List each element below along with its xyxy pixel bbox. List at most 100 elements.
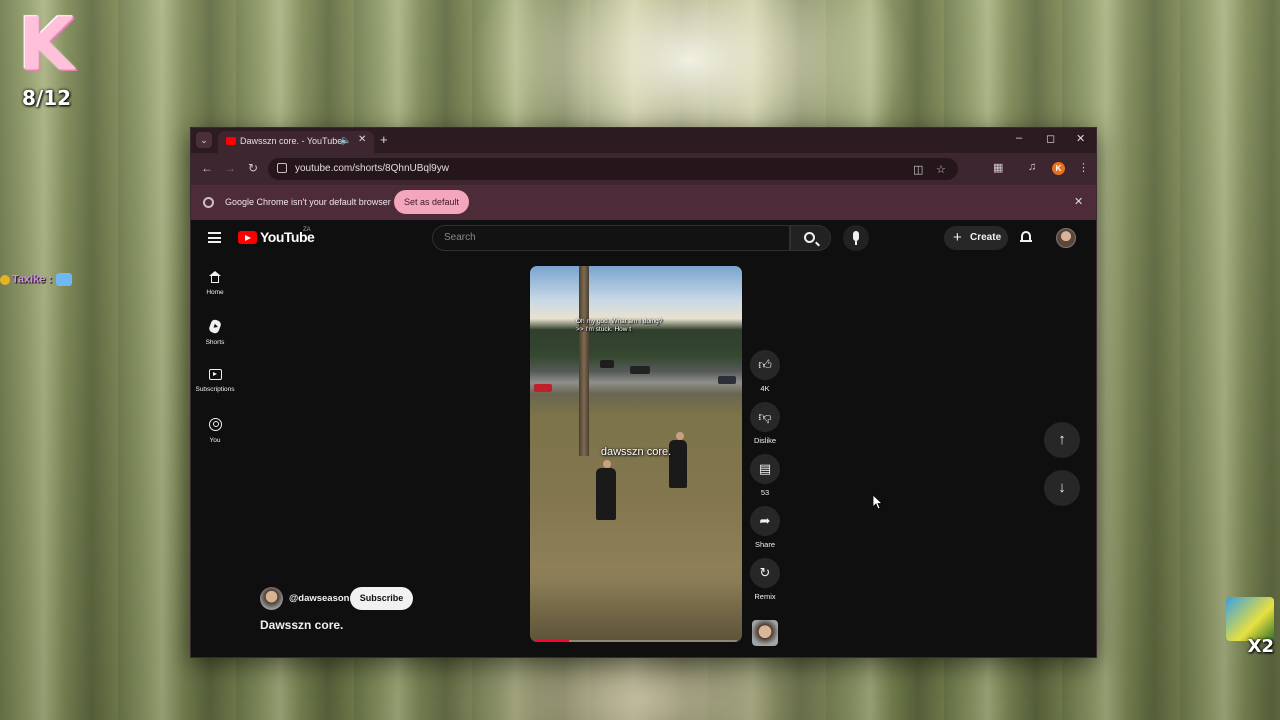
minimize-icon[interactable]: – xyxy=(1016,132,1022,144)
tab-youtube[interactable]: Dawsszn core. - YouTube 🔈 ✕ xyxy=(218,131,374,153)
comments-button[interactable]: ▤ 53 xyxy=(749,454,781,502)
infobar-close-icon[interactable]: ✕ xyxy=(1074,195,1083,208)
new-tab-icon[interactable]: + xyxy=(380,132,388,147)
site-info-icon[interactable] xyxy=(277,163,287,173)
forward-arrow-icon[interactable]: → xyxy=(224,161,236,175)
dislike-button[interactable]: 👎︎ Dislike xyxy=(749,402,781,450)
comment-count: 53 xyxy=(760,488,770,497)
thumbs-up-icon: 👍︎ xyxy=(750,350,780,380)
profile-avatar[interactable]: K xyxy=(1052,162,1065,175)
media-controls-icon[interactable]: ♫ xyxy=(1028,161,1036,173)
extensions-icon[interactable]: ▦ xyxy=(993,161,1003,174)
chat-username: Taxike : xyxy=(12,273,53,286)
install-app-icon[interactable]: ◫ xyxy=(913,163,923,176)
plus-icon: + xyxy=(953,229,962,246)
youtube-page: YouTube ZA Search + Create Home Shorts S… xyxy=(191,220,1096,657)
thumbs-down-icon: 👎︎ xyxy=(750,402,780,432)
video-scene-car xyxy=(534,384,552,392)
default-browser-infobar: Google Chrome isn't your default browser… xyxy=(191,185,1096,220)
address-bar[interactable]: youtube.com/shorts/8QhnUBql9yw ☆ ◫ xyxy=(268,158,958,180)
guide-item-you[interactable]: You xyxy=(191,418,239,460)
video-scene-pole xyxy=(579,266,589,456)
caption-line: >> I'm stuck. How t xyxy=(576,326,632,333)
tab-bar: ⌄ Dawsszn core. - YouTube 🔈 ✕ + – ◻ ✕ xyxy=(191,128,1096,153)
chat-badge-icon xyxy=(0,274,10,285)
menu-hamburger-icon[interactable] xyxy=(208,232,221,243)
back-arrow-icon[interactable]: ← xyxy=(201,161,213,175)
stream-counter: 8/12 xyxy=(22,86,72,110)
emote-combo: X2 xyxy=(1226,597,1274,657)
shorts-icon xyxy=(208,318,222,335)
chrome-icon xyxy=(203,197,214,208)
video-scene-shadow xyxy=(530,582,742,642)
tab-close-icon[interactable]: ✕ xyxy=(358,134,366,145)
stream-badge-logo: K xyxy=(8,6,80,84)
channel-handle[interactable]: @dawseason xyxy=(289,593,349,604)
voice-search-button[interactable] xyxy=(843,225,869,251)
caption-line: Oh my god. What am I doing? xyxy=(576,318,663,325)
set-as-default-button[interactable]: Set as default xyxy=(394,190,469,214)
like-button[interactable]: 👍︎ 4K xyxy=(749,350,781,398)
bookmark-star-icon[interactable]: ☆ xyxy=(936,163,946,176)
maximize-icon[interactable]: ◻ xyxy=(1046,132,1055,145)
account-avatar[interactable] xyxy=(1056,228,1076,248)
share-icon: ➦ xyxy=(750,506,780,536)
audio-playing-icon[interactable]: 🔈 xyxy=(340,135,351,146)
video-scene-car xyxy=(600,360,614,368)
shorts-video-player[interactable]: Oh my god. What am I doing? >> I'm stuck… xyxy=(530,266,742,642)
you-profile-icon xyxy=(208,418,222,431)
create-button[interactable]: + Create xyxy=(944,226,1008,250)
dislike-label: Dislike xyxy=(753,436,777,445)
guide-label: Subscriptions xyxy=(195,386,235,393)
video-scene-car xyxy=(718,376,736,384)
url-text[interactable]: youtube.com/shorts/8QhnUBql9yw xyxy=(295,163,449,174)
browser-window: ⌄ Dawsszn core. - YouTube 🔈 ✕ + – ◻ ✕ ← … xyxy=(190,127,1097,658)
reload-icon[interactable]: ↻ xyxy=(248,161,258,175)
guide-item-home[interactable]: Home xyxy=(191,271,239,313)
combo-multiplier: X2 xyxy=(1247,636,1274,657)
chat-message: Taxike : xyxy=(0,273,73,286)
channel-thumbnail[interactable] xyxy=(752,620,778,646)
subscribe-button[interactable]: Subscribe xyxy=(350,587,413,610)
notifications-bell-icon[interactable] xyxy=(1020,230,1032,244)
video-title[interactable]: Dawsszn core. xyxy=(260,618,343,632)
tab-search-dropdown-icon[interactable]: ⌄ xyxy=(196,132,212,148)
create-label: Create xyxy=(970,232,1002,243)
remix-icon: ↻ xyxy=(750,558,780,588)
video-scene-person-head xyxy=(603,460,611,468)
comment-icon: ▤ xyxy=(750,454,780,484)
subscriptions-icon xyxy=(208,369,222,380)
guide-label: Home xyxy=(206,289,224,296)
video-caption-center: dawsszn core. xyxy=(600,446,672,458)
share-label: Share xyxy=(754,540,775,549)
menu-kebab-icon[interactable]: ⋮ xyxy=(1078,161,1089,174)
window-close-icon[interactable]: ✕ xyxy=(1076,132,1085,145)
search-input[interactable]: Search xyxy=(432,225,790,251)
arrow-down-icon: ↓ xyxy=(1058,479,1066,496)
remix-button[interactable]: ↻ Remix xyxy=(749,558,781,606)
search-button[interactable] xyxy=(790,225,831,251)
arrow-up-icon: ↑ xyxy=(1058,431,1066,448)
browser-toolbar: ← → ↻ youtube.com/shorts/8QhnUBql9yw ☆ ◫… xyxy=(191,153,1096,185)
guide-label: Shorts xyxy=(205,339,225,346)
like-count: 4K xyxy=(760,384,770,393)
infobar-message: Google Chrome isn't your default browser xyxy=(225,197,391,207)
guide-item-shorts[interactable]: Shorts xyxy=(191,318,239,362)
next-short-button[interactable]: ↓ xyxy=(1044,470,1080,506)
microphone-stand xyxy=(855,241,857,245)
channel-avatar[interactable] xyxy=(260,587,283,610)
guide-item-subscriptions[interactable]: Subscriptions xyxy=(191,369,239,411)
previous-short-button[interactable]: ↑ xyxy=(1044,422,1080,458)
share-button[interactable]: ➦ Share xyxy=(749,506,781,554)
badge-letter: K xyxy=(18,2,74,86)
video-caption-top: Oh my god. What am I doing? >> I'm stuck… xyxy=(576,318,662,334)
home-icon xyxy=(209,271,221,283)
bell-base xyxy=(1020,240,1032,242)
country-code: ZA xyxy=(303,227,311,233)
remix-label: Remix xyxy=(754,592,776,601)
tab-title: Dawsszn core. - YouTube xyxy=(240,136,343,146)
chat-emote-icon xyxy=(56,273,73,286)
youtube-favicon-icon xyxy=(226,137,236,145)
video-progress-fill xyxy=(535,640,570,642)
combo-emote-icon xyxy=(1226,597,1274,641)
